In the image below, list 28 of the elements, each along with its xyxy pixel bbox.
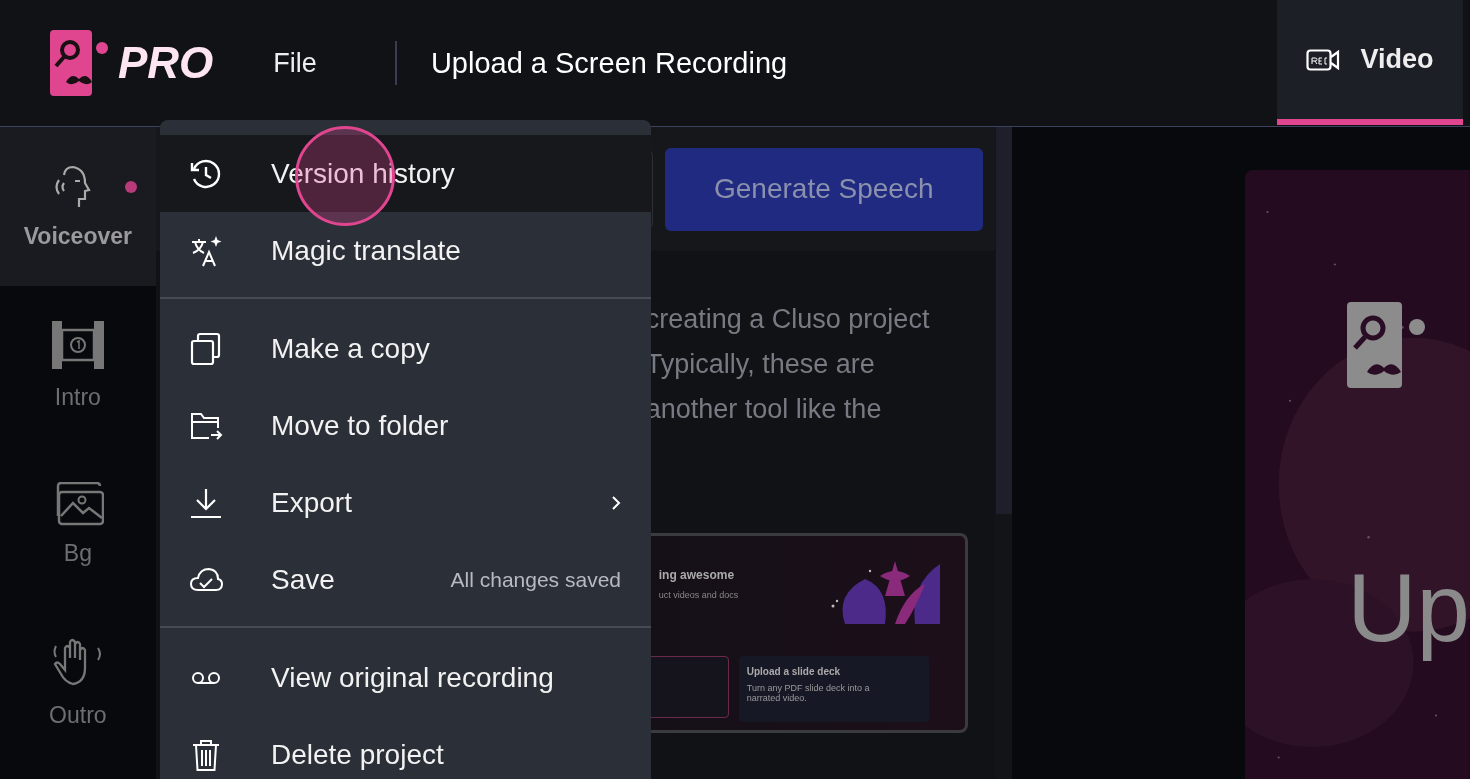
thumbnail-subheading: uct videos and docs [658,590,739,600]
project-title: Upload a Screen Recording [430,46,788,80]
preview-title: Up [1347,553,1470,663]
film-strip-icon [50,320,105,370]
menu-item[interactable]: View original recording [160,639,651,716]
file-menu-button[interactable]: File [265,47,325,79]
thumbnail-card-text: Turn any PDF slide deck into a narrated video. [746,683,871,703]
menu-item[interactable]: Move to folder [160,387,651,464]
copy-icon [189,331,223,366]
camera-icon [1306,47,1341,72]
logo-icon [1347,302,1426,388]
menu-item[interactable]: Magic translate [160,212,651,289]
menu-item[interactable]: Export [160,464,651,541]
sidebar-item[interactable]: Outro [0,604,156,763]
sidebar-item[interactable]: Voiceover [0,127,156,286]
waving-hand-icon [52,638,103,688]
thumbnail-card-title: Upload a slide deck [746,666,842,677]
sidebar-item[interactable]: Intro [0,286,156,445]
save-status: All changes saved [450,567,621,592]
scrollbar-thumb[interactable] [995,127,1012,514]
thumbnail-heading: ing awesome [658,568,736,582]
logo-icon [50,30,108,96]
generate-speech-button[interactable]: Generate Speech [664,147,983,231]
menu-item[interactable]: Delete project [160,716,651,779]
brand-name: PRO [118,38,214,88]
sidebar-item[interactable]: Bg [0,445,156,604]
video-tab[interactable]: Video [1277,0,1463,125]
menu-item[interactable]: Save All changes saved [160,541,651,618]
